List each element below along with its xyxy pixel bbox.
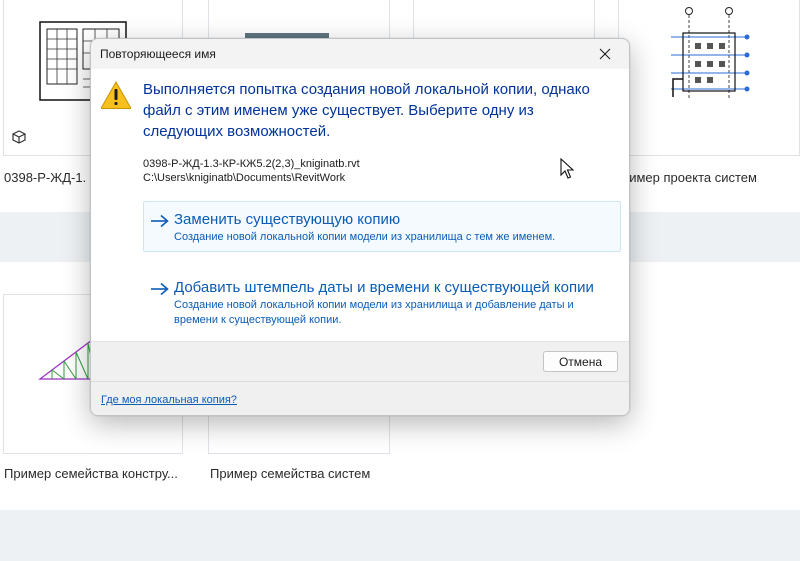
cancel-button[interactable]: Отмена xyxy=(543,351,618,372)
file-name: 0398-Р-ЖД-1.3-КР-КЖ5.2(2,3)_kniginatb.rv… xyxy=(143,158,360,170)
mouse-cursor-icon xyxy=(560,158,574,179)
where-is-local-copy-link[interactable]: Где моя локальная копия? xyxy=(101,394,237,406)
main-instruction: Выполняется попытка создания новой локал… xyxy=(143,81,590,140)
dialog-titlebar[interactable]: Повторяющееся имя xyxy=(91,39,629,69)
cube-icon xyxy=(12,130,26,144)
close-button[interactable] xyxy=(583,41,627,67)
dialog-footer: Где моя локальная копия? xyxy=(91,381,629,415)
arrow-right-icon xyxy=(151,214,169,228)
file-path: C:\Users\kniginatb\Documents\RevitWork xyxy=(143,172,346,184)
section-thumbnail xyxy=(671,7,750,100)
command-description: Создание новой локальной копии модели из… xyxy=(174,231,556,243)
dialog-title: Повторяющееся имя xyxy=(100,47,216,61)
recent-file-name: ример проекта систем xyxy=(622,170,757,185)
recent-family-name: Пример семейства констру... xyxy=(4,466,178,481)
close-icon xyxy=(599,48,611,60)
dialog-button-area: Отмена xyxy=(91,341,629,381)
command-title: Заменить существующую копию xyxy=(174,211,401,228)
section-divider xyxy=(0,510,800,561)
arrow-right-icon xyxy=(151,282,169,296)
recent-family-name: Пример семейства систем xyxy=(210,466,371,481)
replace-copy-command[interactable]: Заменить существующую копию Создание нов… xyxy=(143,201,621,252)
command-description: Создание новой локальной копии модели из… xyxy=(174,299,574,326)
duplicate-name-dialog: Повторяющееся имя Выполняется попытка со… xyxy=(90,38,630,416)
command-title: Добавить штемпель даты и времени к сущес… xyxy=(174,279,594,296)
recent-file-tile[interactable] xyxy=(618,0,800,156)
file-info: 0398-Р-ЖД-1.3-КР-КЖ5.2(2,3)_kniginatb.rv… xyxy=(143,157,360,185)
dialog-content: Выполняется попытка создания новой локал… xyxy=(91,69,629,341)
recent-file-name: 0398-Р-ЖД-1. xyxy=(4,170,87,185)
append-timestamp-command[interactable]: Добавить штемпель даты и времени к сущес… xyxy=(143,269,621,335)
truss-thumbnail xyxy=(38,335,97,380)
warning-icon xyxy=(100,80,132,109)
